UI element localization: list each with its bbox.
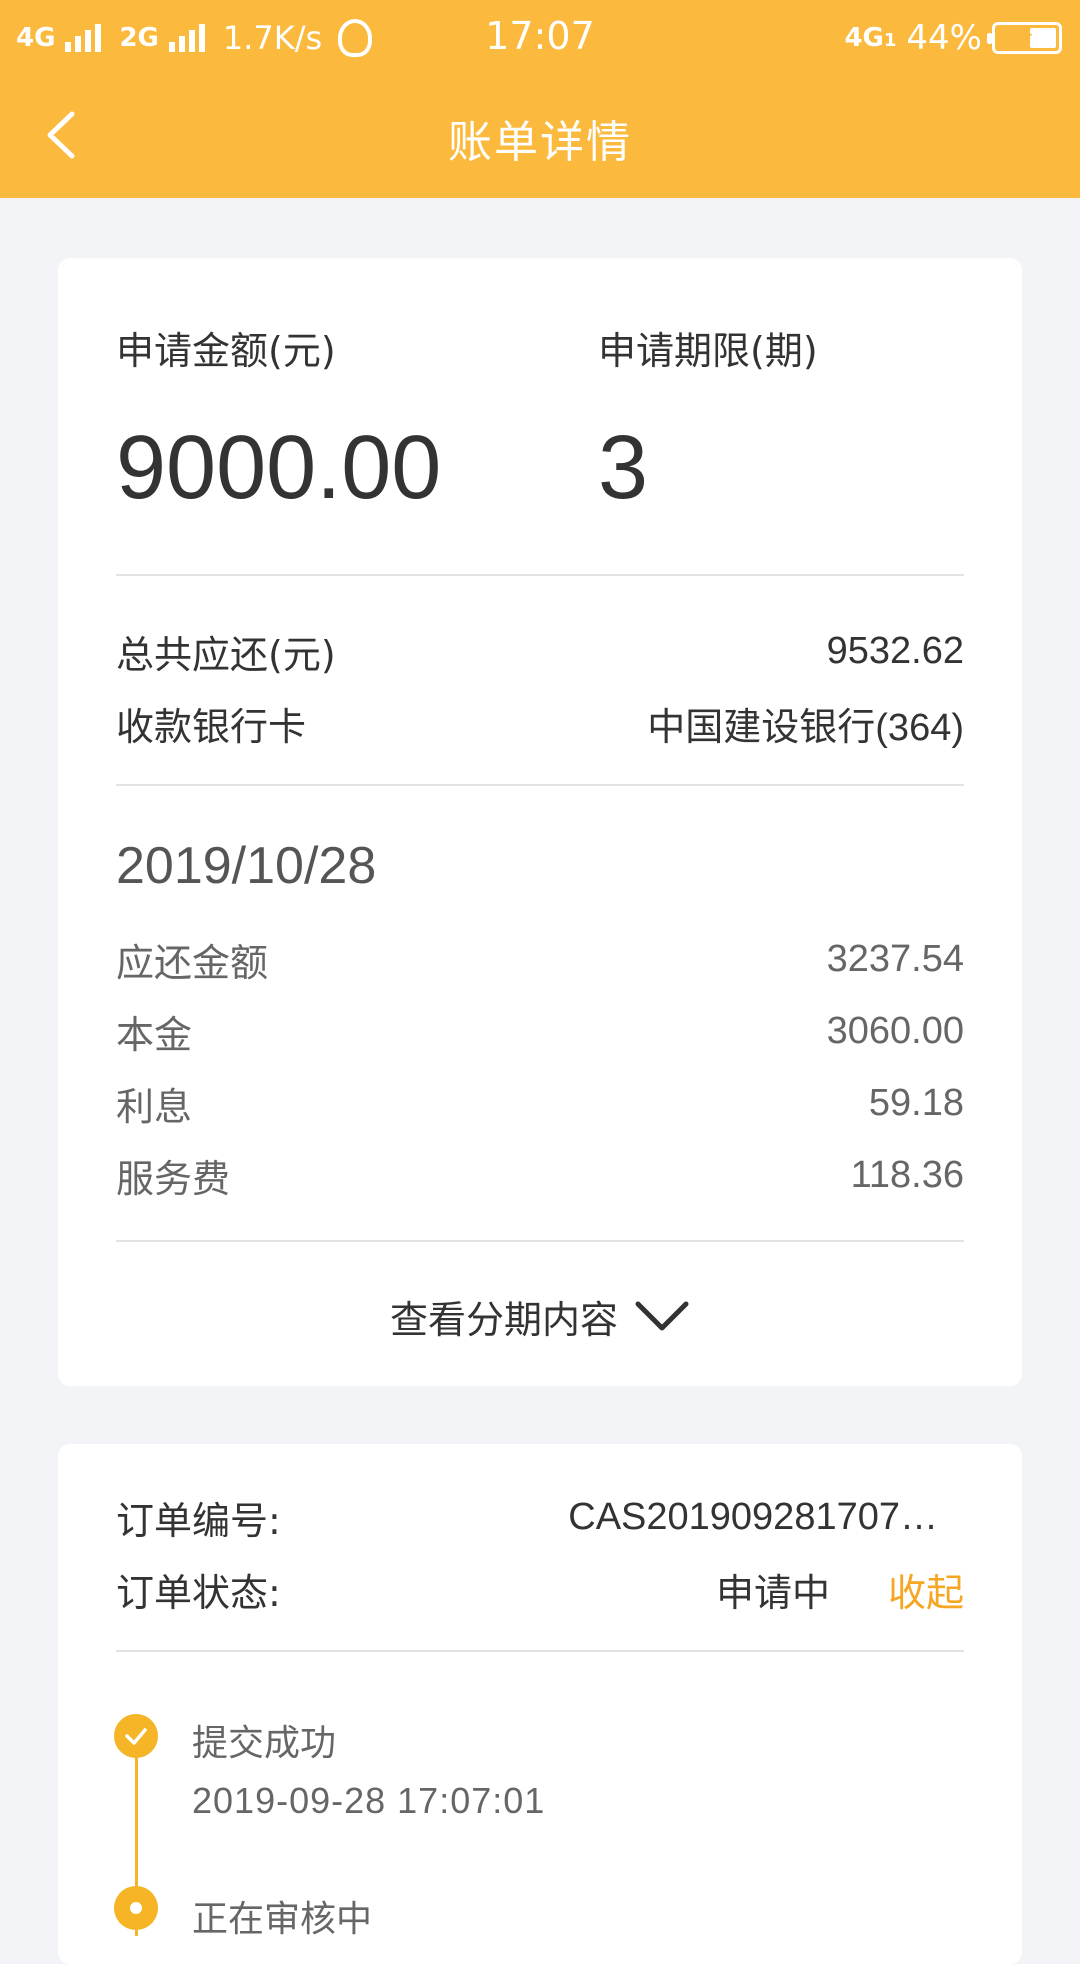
chevron-down-icon [635, 1301, 689, 1331]
nav-bar: 账单详情 [0, 76, 1080, 198]
installment-row-value: 118.36 [850, 1154, 964, 1196]
bill-summary-card: 申请金额(元) 9000.00 申请期限(期) 3 总共应还(元) 9532.6… [58, 258, 1022, 1386]
installment-row: 利息 59.18 [116, 1076, 964, 1131]
apply-term-value: 3 [598, 418, 649, 518]
bank-card-label: 收款银行卡 [116, 705, 307, 749]
installment-row: 本金 3060.00 [116, 1004, 964, 1059]
status-right: 4G1 44% ⚡ [844, 14, 1062, 62]
view-installments-button[interactable]: 查看分期内容 [58, 1276, 1022, 1356]
installment-row: 服务费 118.36 [116, 1148, 964, 1203]
network-4g-icon: 4G1 [844, 25, 896, 51]
apply-amount-value: 9000.00 [116, 418, 442, 518]
order-number-label: 订单编号: [116, 1499, 281, 1543]
installment-row-label: 本金 [116, 1013, 193, 1057]
installment-row-label: 服务费 [116, 1157, 231, 1201]
order-status-row: 订单状态: 申请中 收起 [116, 1562, 964, 1617]
installment-row-value: 3060.00 [826, 1010, 964, 1052]
apply-amount-label: 申请金额(元) [116, 329, 336, 373]
apply-info: 申请金额(元) 9000.00 申请期限(期) 3 [116, 320, 964, 520]
bank-card-value: 中国建设银行(364) [647, 707, 964, 749]
top-bar: 4G 2G 1.7K/s 17:07 4G1 44% ⚡ 账单详情 [0, 0, 1080, 198]
status-bar: 4G 2G 1.7K/s 17:07 4G1 44% ⚡ [0, 0, 1080, 76]
timeline-step-time: 2019-09-28 17:07:01 [192, 1780, 546, 1821]
total-repay-row: 总共应还(元) 9532.62 [116, 624, 964, 679]
apply-term-label: 申请期限(期) [598, 329, 818, 373]
installment-date: 2019/10/28 [116, 837, 377, 895]
divider [116, 1650, 964, 1652]
timeline-step-title: 正在审核中 [192, 1899, 373, 1940]
order-number-value: CAS201909281707… [568, 1496, 938, 1538]
bank-card-row: 收款银行卡 中国建设银行(364) [116, 696, 964, 751]
dot-icon [130, 1902, 142, 1914]
battery-icon: ⚡ [987, 21, 1062, 54]
apply-amount: 申请金额(元) 9000.00 [116, 320, 441, 520]
collapse-link[interactable]: 收起 [888, 1562, 964, 1617]
network-right-sub: 1 [883, 30, 897, 51]
total-repay-value: 9532.62 [826, 630, 964, 672]
check-icon [125, 1728, 147, 1745]
apply-term: 申请期限(期) 3 [598, 320, 818, 520]
installment-row: 应还金额 3237.54 [116, 932, 964, 987]
battery-percent: 44% [906, 18, 982, 58]
timeline-dot-done [114, 1714, 158, 1758]
network-right-label: 4G [844, 23, 884, 53]
installment-row-value: 59.18 [868, 1082, 964, 1124]
divider [116, 784, 964, 786]
order-status-label: 订单状态: [116, 1571, 281, 1615]
page-title: 账单详情 [448, 117, 632, 168]
order-status-value: 申请中 [715, 1573, 830, 1615]
timeline-dot-current [114, 1886, 158, 1930]
order-status-group: 申请中 收起 [716, 1562, 964, 1617]
divider [116, 1240, 964, 1242]
total-repay-label: 总共应还(元) [116, 633, 336, 677]
charging-icon: ⚡ [1018, 21, 1036, 49]
installment-row-label: 利息 [116, 1085, 193, 1129]
order-card: 订单编号: CAS201909281707… 订单状态: 申请中 收起 提交成功… [58, 1444, 1022, 1964]
installment-row-label: 应还金额 [116, 941, 269, 985]
view-installments-label: 查看分期内容 [389, 1297, 618, 1342]
divider [116, 574, 964, 576]
order-number-row: 订单编号: CAS201909281707… [116, 1490, 964, 1545]
installment-row-value: 3237.54 [826, 938, 964, 980]
timeline-step-title: 提交成功 [192, 1723, 337, 1764]
